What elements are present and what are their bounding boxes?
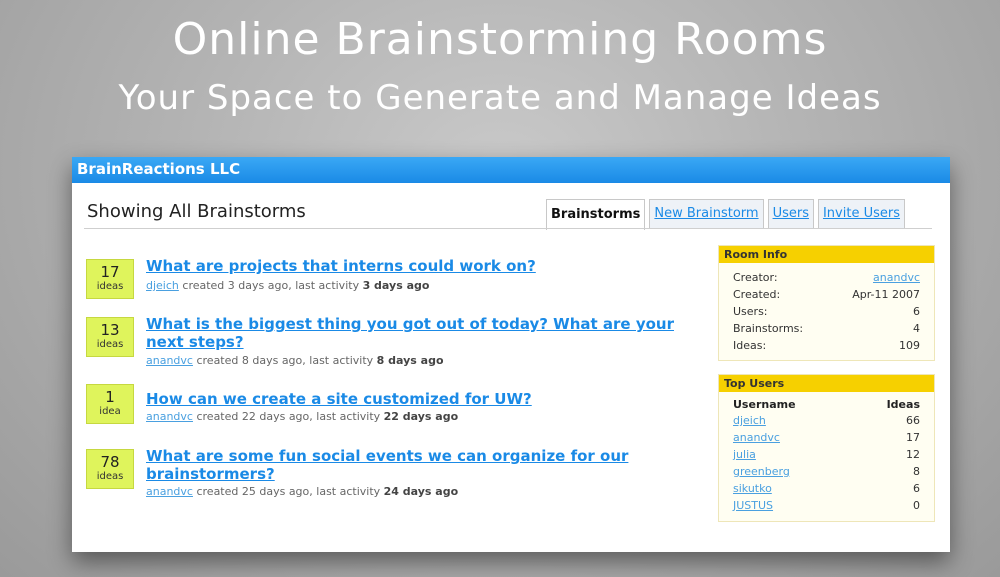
app-window: BrainReactions LLC Showing All Brainstor… — [72, 157, 950, 552]
room-info-key: Created: — [733, 288, 781, 301]
page-title: Showing All Brainstorms — [87, 201, 306, 222]
creator-link[interactable]: anandvc — [146, 485, 193, 498]
idea-count-badge: 78 ideas — [86, 449, 134, 489]
room-info-row: Brainstorms: 4 — [719, 320, 934, 337]
idea-count: 1 — [105, 388, 115, 406]
top-users-column-headers: Username Ideas — [719, 392, 934, 412]
idea-count-badge: 17 ideas — [86, 259, 134, 299]
brainstorm-title-link[interactable]: What are some fun social events we can o… — [146, 447, 706, 483]
username-column-header: Username — [733, 398, 796, 411]
top-user-link[interactable]: djeich — [733, 414, 766, 427]
room-info-key: Brainstorms: — [733, 322, 804, 335]
top-user-row: julia 12 — [719, 446, 934, 463]
room-creator-link[interactable]: anandvc — [873, 271, 920, 284]
tab-new-brainstorm[interactable]: New Brainstorm — [649, 199, 764, 229]
idea-count: 78 — [100, 453, 120, 471]
room-info-header: Room Info — [719, 246, 934, 263]
room-info-row: Users: 6 — [719, 303, 934, 320]
top-user-ideas: 17 — [906, 431, 920, 444]
top-user-link[interactable]: julia — [733, 448, 756, 461]
top-user-row: JUSTUS 0 — [719, 497, 934, 514]
brainstorm-meta: anandvc created 8 days ago, last activit… — [146, 354, 444, 367]
room-info-value: 4 — [913, 322, 920, 335]
tab-invite-users[interactable]: Invite Users — [817, 199, 905, 229]
top-user-row: sikutko 6 — [719, 480, 934, 497]
idea-count-label: ideas — [96, 471, 124, 482]
room-info-key: Users: — [733, 305, 768, 318]
created-text: created 8 days ago, last activity — [196, 354, 374, 367]
title-divider — [84, 228, 932, 229]
idea-count: 17 — [100, 263, 120, 281]
idea-count-badge: 1 idea — [86, 384, 134, 424]
idea-count: 13 — [100, 321, 120, 339]
creator-link[interactable]: anandvc — [146, 410, 193, 423]
company-header: BrainReactions LLC — [72, 157, 950, 183]
brainstorm-title-link[interactable]: What are projects that interns could wor… — [146, 257, 706, 275]
idea-count-label: idea — [99, 406, 121, 417]
created-text: created 25 days ago, last activity — [196, 485, 381, 498]
last-activity: 24 days ago — [383, 485, 459, 498]
top-user-ideas: 12 — [906, 448, 920, 461]
top-user-ideas: 0 — [913, 499, 920, 512]
creator-link[interactable]: anandvc — [146, 354, 193, 367]
top-user-link[interactable]: JUSTUS — [733, 499, 773, 512]
top-user-row: anandvc 17 — [719, 429, 934, 446]
top-user-ideas: 8 — [913, 465, 920, 478]
brainstorm-meta: anandvc created 25 days ago, last activi… — [146, 485, 458, 498]
room-info-value: 109 — [899, 339, 920, 352]
top-user-row: greenberg 8 — [719, 463, 934, 480]
room-info-value: 6 — [913, 305, 920, 318]
hero-title: Online Brainstorming Rooms — [172, 14, 828, 65]
top-user-link[interactable]: greenberg — [733, 465, 790, 478]
created-text: created 22 days ago, last activity — [196, 410, 381, 423]
last-activity: 3 days ago — [362, 279, 430, 292]
room-info-row: Created: Apr-11 2007 — [719, 286, 934, 303]
room-info-row: Ideas: 109 — [719, 337, 934, 354]
tab-bar: Brainstorms New Brainstorm Users Invite … — [546, 199, 909, 230]
room-info-row: Creator: anandvc — [719, 269, 934, 286]
top-user-link[interactable]: anandvc — [733, 431, 780, 444]
room-info-key: Ideas: — [733, 339, 767, 352]
top-user-link[interactable]: sikutko — [733, 482, 772, 495]
idea-count-badge: 13 ideas — [86, 317, 134, 357]
room-info-value: Apr-11 2007 — [852, 288, 920, 301]
tab-brainstorms[interactable]: Brainstorms — [546, 199, 646, 230]
ideas-column-header: Ideas — [886, 398, 920, 411]
brainstorm-title-link[interactable]: How can we create a site customized for … — [146, 390, 706, 408]
last-activity: 8 days ago — [376, 354, 444, 367]
brainstorm-title-link[interactable]: What is the biggest thing you got out of… — [146, 315, 706, 351]
tab-users[interactable]: Users — [767, 199, 814, 229]
top-users-panel: Top Users Username Ideas djeich 66 anand… — [718, 374, 935, 522]
hero-subtitle: Your Space to Generate and Manage Ideas — [118, 78, 882, 118]
brainstorm-meta: anandvc created 22 days ago, last activi… — [146, 410, 458, 423]
top-user-ideas: 66 — [906, 414, 920, 427]
created-text: created 3 days ago, last activity — [182, 279, 360, 292]
room-info-key: Creator: — [733, 271, 778, 284]
top-users-header: Top Users — [719, 375, 934, 392]
creator-link[interactable]: djeich — [146, 279, 179, 292]
last-activity: 22 days ago — [383, 410, 459, 423]
brainstorm-meta: djeich created 3 days ago, last activity… — [146, 279, 429, 292]
idea-count-label: ideas — [96, 339, 124, 350]
top-user-ideas: 6 — [913, 482, 920, 495]
idea-count-label: ideas — [96, 281, 124, 292]
room-info-panel: Room Info Creator: anandvc Created: Apr-… — [718, 245, 935, 361]
top-user-row: djeich 66 — [719, 412, 934, 429]
